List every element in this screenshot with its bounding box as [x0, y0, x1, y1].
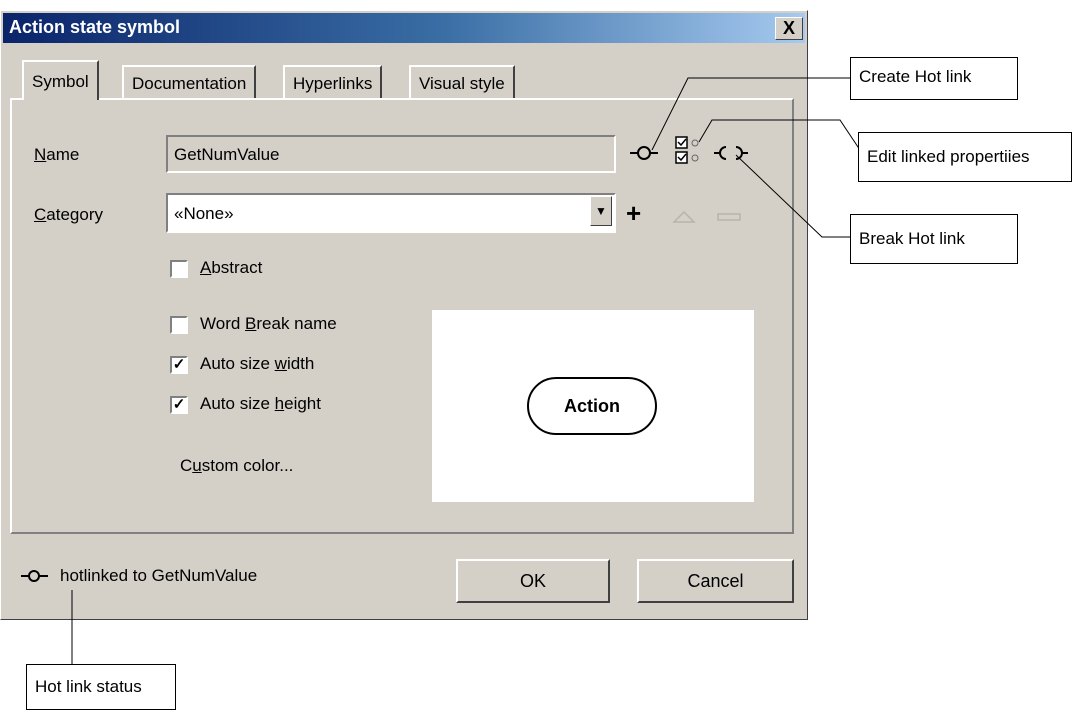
tab-symbol[interactable]: Symbol	[22, 60, 99, 100]
callout-edit-linked: Edit linked propertiies	[858, 132, 1072, 182]
callout-hot-link-status: Hot link status	[26, 664, 176, 710]
callout-break-hot-link: Break Hot link	[850, 214, 1018, 264]
break-hot-link-line	[735, 154, 850, 238]
edit-linked-line	[698, 119, 861, 151]
callout-create-hot-link: Create Hot link	[850, 57, 1018, 100]
create-hot-link-line	[651, 77, 850, 151]
callout-lines	[71, 77, 861, 664]
